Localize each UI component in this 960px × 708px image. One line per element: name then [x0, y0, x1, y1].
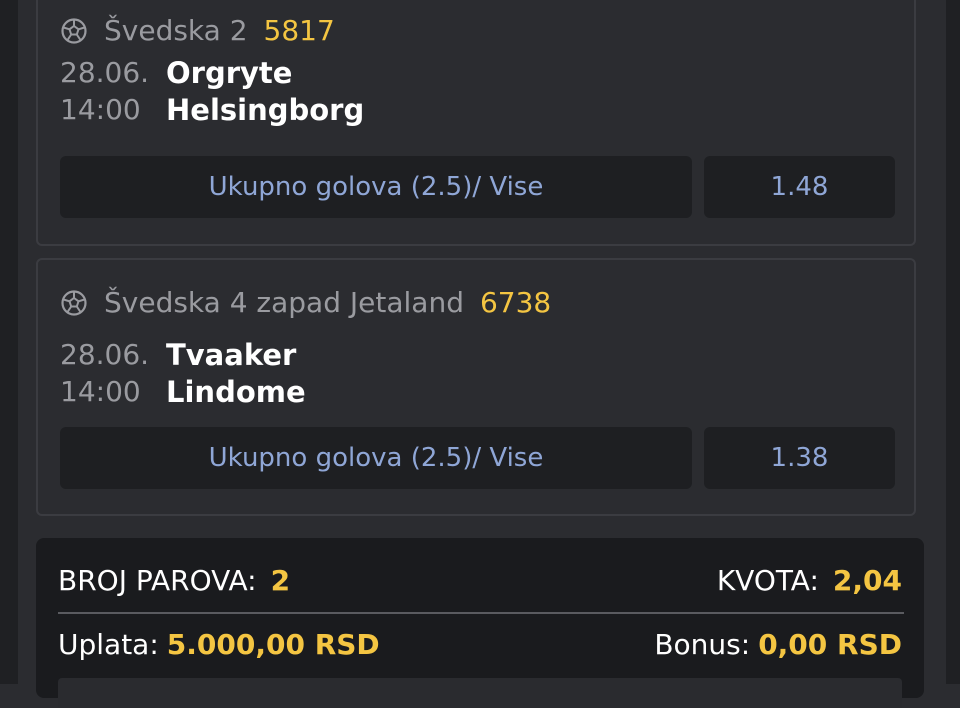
bonus: Bonus: 0,00 RSD — [654, 628, 902, 661]
bonus-value: 0,00 RSD — [758, 628, 902, 661]
away-team: Lindome — [166, 375, 306, 409]
soccer-ball-icon — [61, 289, 87, 316]
right-edge — [946, 0, 960, 684]
match-card: Švedska 2 5817 28.06. 14:00 Orgryte Hels… — [36, 0, 916, 246]
match-code: 5817 — [263, 14, 335, 47]
bet-odd-button[interactable]: 1.38 — [704, 427, 895, 489]
left-edge — [0, 0, 18, 684]
match-date: 28.06. — [60, 338, 150, 371]
match-time: 14:00 — [60, 93, 141, 126]
bet-odd-button[interactable]: 1.48 — [704, 156, 895, 218]
match-card: Švedska 4 zapad Jetaland 6738 28.06. 14:… — [36, 258, 916, 516]
league-header: Švedska 4 zapad Jetaland 6738 — [60, 286, 551, 319]
ticket-summary: BROJ PAROVA: 2 KVOTA: 2,04 Uplata: 5.000,00… — [36, 538, 924, 708]
pairs-label: BROJ PAROVA: — [58, 564, 257, 597]
total-odds: KVOTA: 2,04 — [717, 564, 902, 597]
league-name: Švedska 4 zapad Jetaland — [104, 286, 464, 319]
bet-pick-button[interactable]: Ukupno golova (2.5)/ Vise — [60, 427, 692, 489]
bonus-label: Bonus: — [654, 628, 751, 661]
away-team: Helsingborg — [166, 93, 365, 127]
stake-value: 5.000,00 RSD — [166, 628, 380, 661]
summary-row-stake-bonus: Uplata: 5.000,00 RSD Bonus: 0,00 RSD — [58, 628, 902, 661]
stake-label: Uplata: — [58, 628, 159, 661]
pairs-value: 2 — [270, 564, 291, 597]
home-team: Tvaaker — [166, 338, 297, 372]
league-name: Švedska 2 — [104, 14, 248, 47]
match-time: 14:00 — [60, 375, 141, 408]
bet-pick-button[interactable]: Ukupno golova (2.5)/ Vise — [60, 156, 692, 218]
odds-value: 2,04 — [832, 564, 902, 597]
league-header: Švedska 2 5817 — [60, 14, 335, 47]
home-team: Orgryte — [166, 56, 293, 90]
soccer-ball-icon — [61, 17, 87, 44]
odds-label: KVOTA: — [716, 564, 819, 597]
stake: Uplata: 5.000,00 RSD — [58, 628, 380, 661]
match-code: 6738 — [479, 286, 552, 319]
pairs-count: BROJ PAROVA: 2 — [58, 564, 290, 597]
summary-bottom-bar — [58, 678, 902, 708]
summary-divider — [58, 612, 904, 614]
summary-row-pairs-odds: BROJ PAROVA: 2 KVOTA: 2,04 — [58, 564, 902, 597]
match-date: 28.06. — [60, 56, 150, 89]
